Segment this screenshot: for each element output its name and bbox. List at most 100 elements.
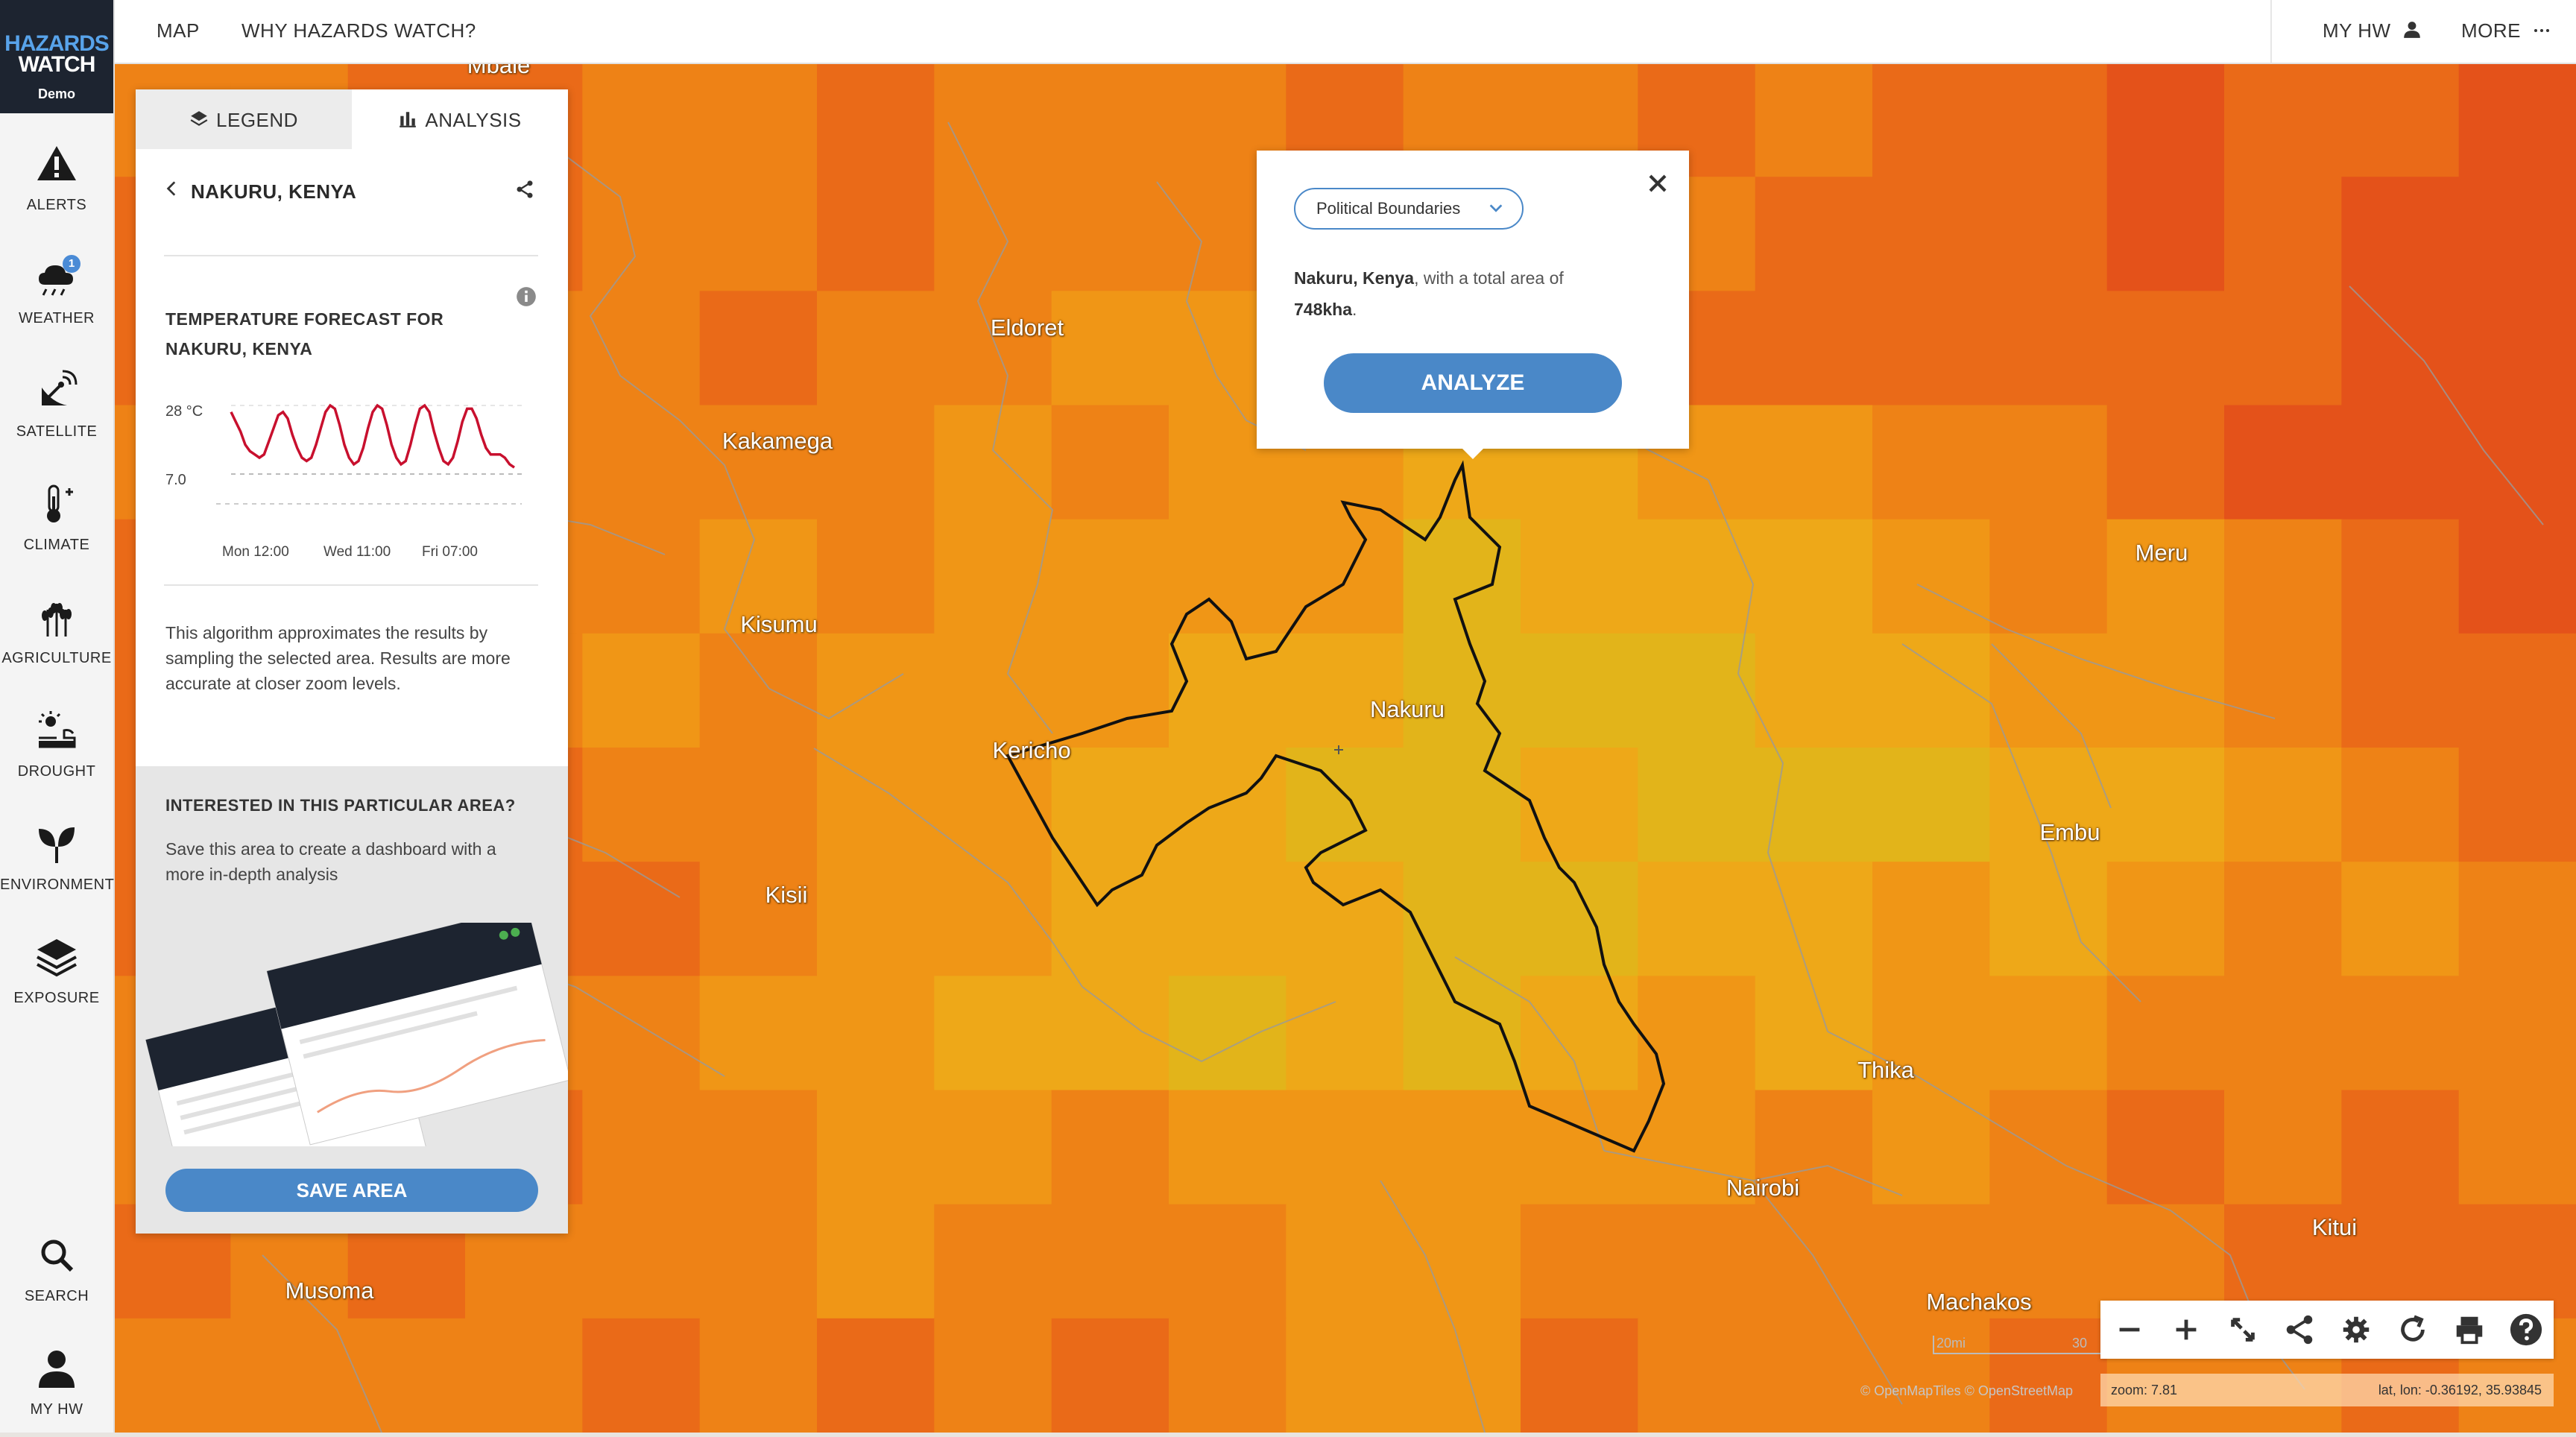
nav-item-climate[interactable]: Climate — [0, 468, 113, 572]
tab-analysis[interactable]: ANALYSIS — [352, 89, 568, 149]
city-label: Meru — [2135, 540, 2188, 566]
panel-tabs: LEGEND ANALYSIS — [136, 89, 568, 149]
chevron-down-icon — [1489, 204, 1503, 212]
top-link-map[interactable]: MAP — [157, 19, 200, 42]
top-link-my-hw[interactable]: MY HW — [2323, 19, 2422, 42]
chart-xtick-label: Mon 12:00 — [222, 544, 289, 558]
zoom-out-icon[interactable] — [2112, 1313, 2147, 1347]
nav-label: Satellite — [16, 423, 98, 440]
chart-ytick-label: 7.0 — [165, 472, 186, 488]
panel-divider — [164, 584, 538, 586]
city-label: Nairobi — [1726, 1175, 1800, 1201]
logo-subtitle: Demo — [37, 86, 75, 101]
dropdown-selected-value: Political Boundaries — [1316, 199, 1461, 218]
city-label: Embu — [2039, 819, 2100, 845]
nav-label: Exposure — [13, 990, 100, 1006]
city-label: Kisumu — [740, 611, 818, 637]
scale-label-1: 20mi — [1936, 1336, 1966, 1351]
nav-label: Environment — [0, 877, 115, 893]
tab-label: ANALYSIS — [425, 109, 522, 131]
top-bar: MAP WHY HAZARDS WATCH? MY HW MORE — [113, 0, 2576, 64]
area-total-value: 748kha — [1294, 300, 1353, 319]
boundary-type-dropdown[interactable]: Political Boundaries — [1294, 188, 1524, 230]
forecast-title: TEMPERATURE FORECAST FOR NAKURU, KENYA — [165, 309, 444, 359]
algorithm-description: This algorithm approximates the results … — [165, 623, 511, 693]
city-label: Thika — [1857, 1057, 1914, 1083]
satellite-icon — [42, 370, 78, 405]
city-label: Kericho — [992, 737, 1071, 763]
city-label: Musoma — [285, 1277, 374, 1304]
nav-label: Weather — [18, 310, 95, 326]
fullscreen-icon[interactable] — [2226, 1313, 2260, 1347]
nav-label: My HW — [30, 1401, 83, 1418]
tab-label: LEGEND — [216, 109, 298, 131]
map-toolbar — [2100, 1301, 2554, 1359]
city-label: Kitui — [2311, 1214, 2358, 1240]
analysis-panel: LEGEND ANALYSIS NAKURU, KENYA TEMPERATUR… — [136, 89, 568, 1234]
city-label: Machakos — [1926, 1289, 2032, 1315]
nav-label: Climate — [23, 537, 90, 553]
chart-ytick-label: 28 °C — [165, 403, 203, 420]
nav-item-alerts[interactable]: Alerts — [0, 128, 113, 233]
print-icon[interactable] — [2452, 1313, 2487, 1347]
nav-item-environment[interactable]: Environment — [0, 808, 115, 912]
nav-item-exposure[interactable]: Exposure — [0, 921, 113, 1026]
logo-line-2: WATCH — [18, 52, 96, 77]
ellipsis-icon — [2534, 29, 2549, 32]
nav-item-drought[interactable]: Drought — [0, 695, 113, 799]
nav-item-satellite[interactable]: Satellite — [0, 355, 113, 459]
wheat-icon — [42, 603, 72, 637]
location-title: NAKURU, KENYA — [191, 180, 357, 203]
user-icon — [39, 1351, 75, 1388]
share-icon[interactable] — [2282, 1313, 2317, 1347]
area-summary-text: Nakuru, Kenya, with a total area of 748k… — [1294, 268, 1564, 319]
nav-item-my-hw[interactable]: My HW — [0, 1333, 113, 1437]
top-link-more[interactable]: MORE — [2461, 19, 2551, 42]
thermometer-icon — [47, 484, 73, 522]
analyze-button[interactable]: ANALYZE — [1324, 353, 1622, 413]
help-icon[interactable] — [2509, 1313, 2543, 1347]
latlon-readout: lat, lon: -0.36192, 35.93845 — [2378, 1383, 2542, 1397]
top-link-why-hazards-watch[interactable]: WHY HAZARDS WATCH? — [242, 19, 476, 42]
chart-xtick-label: Fri 07:00 — [422, 544, 478, 558]
refresh-icon[interactable] — [2396, 1313, 2430, 1347]
nav-item-agriculture[interactable]: Agriculture — [0, 581, 113, 686]
save-area-button[interactable]: SAVE AREA — [165, 1169, 538, 1212]
drought-icon — [39, 711, 76, 748]
share-icon[interactable] — [514, 179, 535, 200]
nakuru-boundary-outline[interactable] — [1006, 460, 1666, 1153]
close-icon[interactable] — [1643, 168, 1673, 198]
promo-title: INTERESTED IN THIS PARTICULAR AREA? — [165, 796, 516, 815]
weather-notification-badge: 1 — [63, 255, 80, 273]
back-chevron-icon[interactable] — [162, 179, 182, 198]
search-icon — [41, 1239, 74, 1272]
save-area-promo: INTERESTED IN THIS PARTICULAR AREA? Save… — [136, 766, 568, 1234]
area-place-name: Nakuru, Kenya — [1294, 268, 1415, 288]
city-label: Kakamega — [722, 428, 833, 454]
area-summary-middle: , with a total area of — [1414, 268, 1564, 288]
hazards-watch-logo[interactable]: HAZARDS WATCH Demo — [0, 0, 113, 113]
promo-text: Save this area to create a dashboard wit… — [165, 839, 496, 884]
zoom-in-icon[interactable] — [2169, 1313, 2203, 1347]
dashboard-preview-image — [145, 923, 568, 1146]
chart-xtick-label: Wed 11:00 — [323, 544, 391, 558]
nav-item-search[interactable]: Search — [0, 1219, 113, 1324]
layers-icon — [37, 939, 77, 977]
alert-icon — [37, 146, 76, 180]
chart-series-line — [230, 403, 515, 469]
panel-divider — [164, 255, 538, 256]
nav-label: Search — [24, 1288, 89, 1304]
leaf-icon — [39, 827, 75, 863]
nav-item-weather[interactable]: 1 Weather — [0, 241, 113, 346]
zoom-readout: zoom: 7.81 — [2111, 1383, 2178, 1397]
top-bar-divider — [2270, 0, 2272, 63]
info-icon[interactable] — [516, 286, 537, 307]
city-label: Nakuru — [1370, 696, 1445, 722]
user-icon — [2404, 22, 2421, 38]
temperature-forecast-chart[interactable]: 28 °C 7.0 Mon 12:00 Wed 11:00 Fri 07:00 — [164, 379, 537, 558]
area-info-popup: Political Boundaries Nakuru, Kenya, with… — [1257, 151, 1689, 459]
layers-icon — [190, 111, 208, 126]
tab-legend[interactable]: LEGEND — [136, 89, 352, 149]
map-attribution[interactable]: © OpenMapTiles © OpenStreetMap — [1860, 1383, 2073, 1399]
settings-icon[interactable] — [2339, 1313, 2373, 1347]
